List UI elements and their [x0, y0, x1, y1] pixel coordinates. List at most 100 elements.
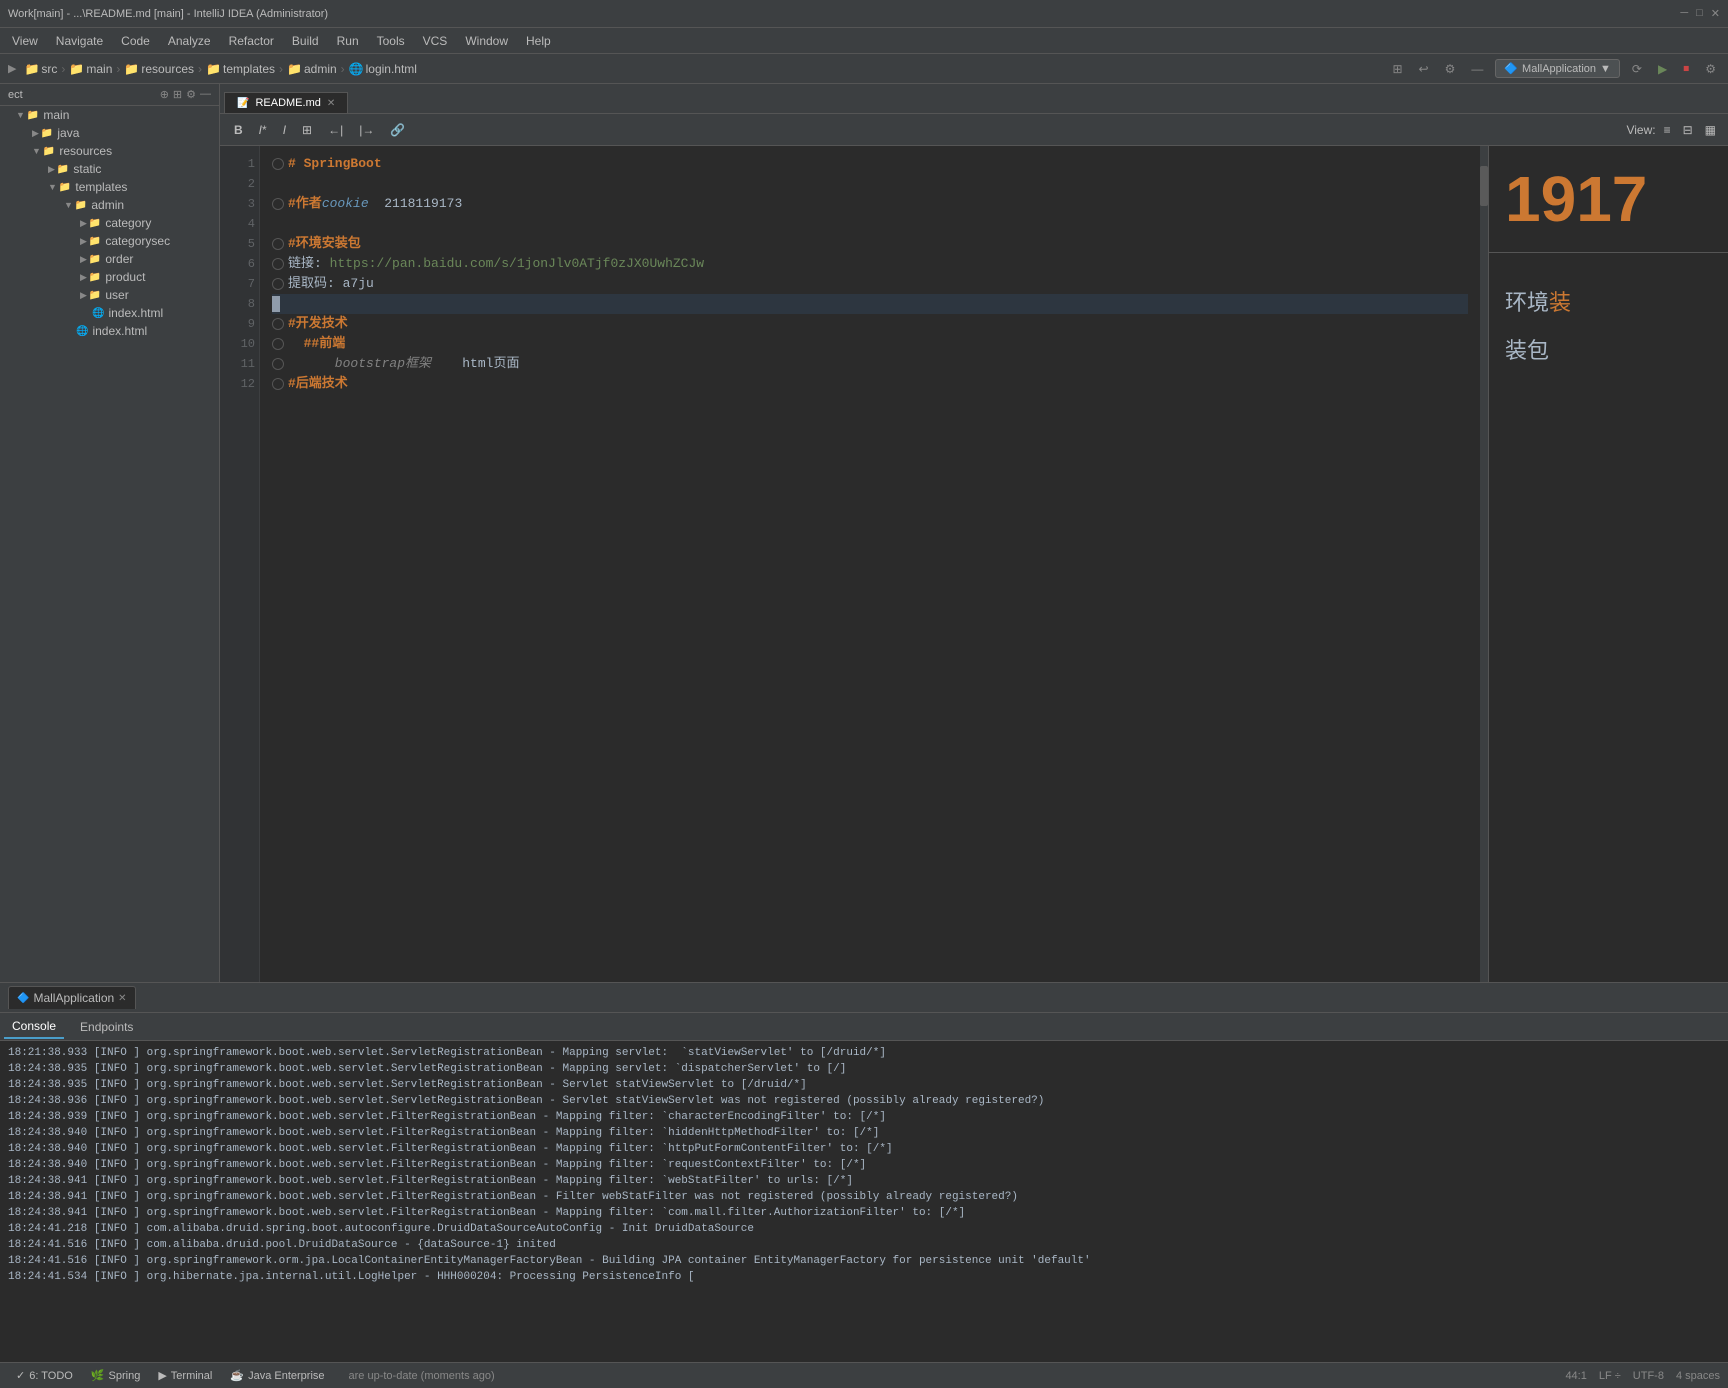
md-bold-btn[interactable]: B — [228, 121, 249, 139]
menu-tools[interactable]: Tools — [369, 32, 413, 50]
log-line: 18:24:41.516 [INFO ] com.alibaba.druid.p… — [0, 1237, 1728, 1253]
folder-icon: 📁 — [57, 164, 69, 175]
tree-item-admin[interactable]: ▼ 📁 admin — [0, 196, 219, 214]
view-split-btn[interactable]: ⊟ — [1679, 121, 1697, 139]
settings-btn[interactable]: ⚙ — [1701, 60, 1720, 78]
app-tab-mall[interactable]: 🔷 MallApplication ✕ — [8, 986, 136, 1009]
code-line-11: bootstrap框架 html页面 — [272, 354, 1468, 374]
arrow-right-icon: ▶ — [80, 254, 87, 265]
title-text: Work[main] - ...\README.md [main] - Inte… — [8, 8, 328, 20]
status-indent: 4 spaces — [1676, 1370, 1720, 1382]
debug-btn[interactable]: ▶ — [1654, 60, 1671, 78]
line-num: 10 — [224, 334, 255, 354]
breadcrumb-src[interactable]: 📁src — [24, 62, 57, 76]
stop-btn[interactable]: ⏹ — [1679, 59, 1693, 78]
code-line-7: 提取码: a7ju — [272, 274, 1468, 294]
tree-item-categorysec[interactable]: ▶ 📁 categorysec — [0, 232, 219, 250]
sidebar-btn-2[interactable]: ⊞ — [173, 88, 182, 101]
project-icon[interactable]: ▶ — [8, 62, 16, 75]
line-dot — [272, 318, 284, 330]
md-right-btn[interactable]: |→ — [353, 121, 380, 139]
tab-close-btn[interactable]: ✕ — [327, 98, 335, 109]
breadcrumb-templates[interactable]: 📁templates — [206, 62, 275, 76]
menu-navigate[interactable]: Navigate — [48, 32, 111, 50]
bottom-tab-spring[interactable]: 🌿 Spring — [83, 1367, 149, 1384]
tree-label-product: product — [105, 270, 145, 284]
tree-item-java[interactable]: ▶ 📁 java — [0, 124, 219, 142]
tree-item-order[interactable]: ▶ 📁 order — [0, 250, 219, 268]
title-bar: Work[main] - ...\README.md [main] - Inte… — [0, 0, 1728, 28]
menu-analyze[interactable]: Analyze — [160, 32, 219, 50]
maximize-btn[interactable]: □ — [1696, 7, 1703, 20]
menu-run[interactable]: Run — [329, 32, 367, 50]
bottom-tab-todo[interactable]: ✓ 6: TODO — [8, 1367, 81, 1384]
tree-item-index-html-2[interactable]: 🌐 index.html — [0, 322, 219, 340]
close-btn[interactable]: ✕ — [1711, 7, 1720, 20]
sidebar-btn-1[interactable]: ⊕ — [160, 88, 169, 101]
spring-icon: 🌿 — [91, 1369, 105, 1382]
md-italic2-btn[interactable]: I — [277, 121, 292, 139]
menu-build[interactable]: Build — [284, 32, 327, 50]
code-area[interactable]: # SpringBoot #作者cookie 2118119173 #环境安装包… — [260, 146, 1480, 982]
folder-icon: 📁 — [89, 272, 101, 283]
view-label: View: — [1626, 123, 1655, 137]
md-link-btn[interactable]: 🔗 — [384, 121, 411, 139]
view-preview-btn[interactable]: ▦ — [1701, 121, 1720, 139]
line-num: 11 — [224, 354, 255, 374]
md-italic-btn[interactable]: I* — [253, 121, 273, 139]
folder-icon: 📁 — [27, 110, 39, 121]
tree-item-product[interactable]: ▶ 📁 product — [0, 268, 219, 286]
breadcrumb-main[interactable]: 📁main — [69, 62, 112, 76]
todo-icon: ✓ — [16, 1369, 25, 1382]
vertical-scrollbar[interactable] — [1480, 146, 1488, 982]
toolbar-icon-2[interactable]: ↩ — [1415, 60, 1433, 78]
tree-item-category[interactable]: ▶ 📁 category — [0, 214, 219, 232]
code-line-10: ##前端 — [272, 334, 1468, 354]
log-line: 18:24:38.935 [INFO ] org.springframework… — [0, 1077, 1728, 1093]
view-list-btn[interactable]: ≡ — [1660, 121, 1675, 139]
menu-refactor[interactable]: Refactor — [221, 32, 282, 50]
tree-item-resources[interactable]: ▼ 📁 resources — [0, 142, 219, 160]
console-tab-endpoints[interactable]: Endpoints — [72, 1016, 141, 1038]
code-line-6: 链接: https://pan.baidu.com/s/1jonJlv0ATjf… — [272, 254, 1468, 274]
console-tab-console[interactable]: Console — [4, 1015, 64, 1039]
md-left-btn[interactable]: ←| — [322, 121, 349, 139]
tree-item-templates[interactable]: ▼ 📁 templates — [0, 178, 219, 196]
menu-window[interactable]: Window — [457, 32, 516, 50]
app-tab-close[interactable]: ✕ — [118, 993, 126, 1004]
breadcrumb-admin[interactable]: 📁admin — [287, 62, 337, 76]
tab-label: README.md — [255, 97, 320, 109]
minimize-btn[interactable]: ─ — [1680, 7, 1688, 20]
toolbar-icon-3[interactable]: ⚙ — [1441, 60, 1460, 78]
line-dot — [272, 378, 284, 390]
bottom-tab-java-enterprise[interactable]: ☕ Java Enterprise — [222, 1367, 332, 1384]
tree-item-index-html-1[interactable]: 🌐 index.html — [0, 304, 219, 322]
menu-view[interactable]: View — [4, 32, 46, 50]
tree-item-user[interactable]: ▶ 📁 user — [0, 286, 219, 304]
console-output[interactable]: 18:21:38.933 [INFO ] org.springframework… — [0, 1041, 1728, 1362]
menu-vcs[interactable]: VCS — [415, 32, 456, 50]
log-line: 18:24:41.516 [INFO ] org.springframework… — [0, 1253, 1728, 1269]
main-layout: ect ⊕ ⊞ ⚙ — ▼ 📁 main ▶ 📁 java ▼ 📁 resour… — [0, 84, 1728, 982]
breadcrumb-resources[interactable]: 📁resources — [124, 62, 194, 76]
tree-item-main[interactable]: ▼ 📁 main — [0, 106, 219, 124]
scroll-thumb[interactable] — [1480, 166, 1488, 206]
line-num: 4 — [224, 214, 255, 234]
sidebar-btn-3[interactable]: ⚙ — [186, 88, 196, 101]
line-num: 1 — [224, 154, 255, 174]
log-line: 18:24:38.935 [INFO ] org.springframework… — [0, 1061, 1728, 1077]
bottom-tab-terminal[interactable]: ▶ Terminal — [150, 1367, 220, 1384]
sidebar-btn-4[interactable]: — — [200, 88, 211, 101]
tree-item-static[interactable]: ▶ 📁 static — [0, 160, 219, 178]
tab-readme[interactable]: 📝 README.md ✕ — [224, 92, 348, 113]
tree-label-main: main — [43, 108, 69, 122]
tree-label-admin: admin — [91, 198, 124, 212]
app-badge[interactable]: 🔷 MallApplication ▼ — [1495, 59, 1620, 78]
menu-help[interactable]: Help — [518, 32, 559, 50]
log-line: 18:24:38.941 [INFO ] org.springframework… — [0, 1173, 1728, 1189]
toolbar-icon-1[interactable]: ⊞ — [1388, 60, 1406, 78]
refresh-btn[interactable]: ⟳ — [1628, 60, 1646, 78]
md-table-btn[interactable]: ⊞ — [296, 121, 318, 139]
toolbar-icon-4[interactable]: — — [1467, 60, 1487, 78]
menu-code[interactable]: Code — [113, 32, 158, 50]
